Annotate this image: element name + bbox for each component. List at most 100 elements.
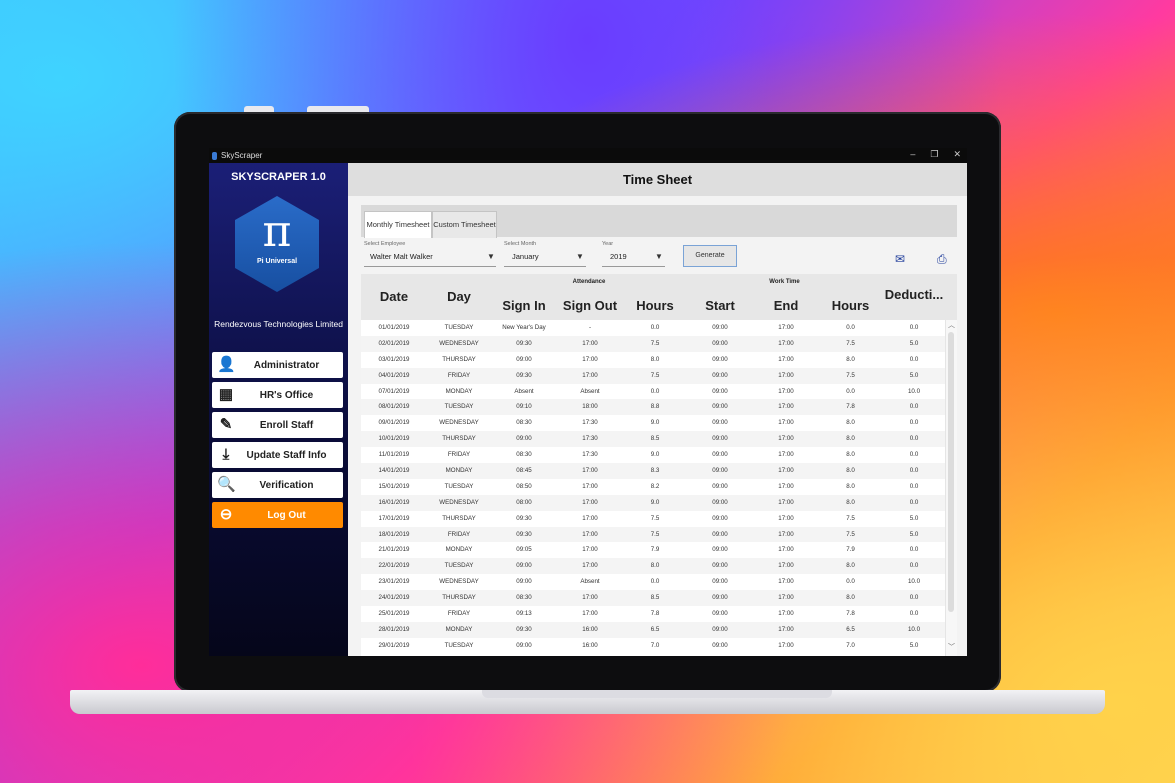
cell-day: THURSDAY bbox=[442, 594, 476, 602]
cell-hours: 8.3 bbox=[650, 467, 660, 475]
table-row[interactable]: 29/01/2019 TUESDAY 09:00 16:00 7.0 09:00 17:00… bbox=[361, 637, 946, 654]
cell-sign-in: 08:45 bbox=[516, 467, 532, 475]
mail-icon[interactable]: ✉ bbox=[895, 252, 905, 266]
update-staff-info-button[interactable]: ⤓ Update Staff Info bbox=[212, 442, 343, 468]
print-icon[interactable]: ⎙ bbox=[937, 252, 947, 267]
header-start[interactable]: Start bbox=[687, 298, 753, 313]
table-row[interactable]: 09/01/2019 WEDNESDAY 08:30 17:30 9.0 09:00 17:… bbox=[361, 415, 946, 432]
table-row[interactable]: 01/01/2019 TUESDAY New Year's Day - 0.0 09:00… bbox=[361, 320, 946, 336]
cell-sign-out: Absent bbox=[580, 387, 600, 395]
enroll-staff-button[interactable]: ✎ Enroll Staff bbox=[212, 412, 343, 438]
table-row[interactable]: 28/01/2019 MONDAY 09:30 16:00 6.5 09:00 17:00 6… bbox=[361, 621, 946, 638]
hr-office-button[interactable]: ▦ HR's Office bbox=[212, 382, 343, 408]
chevron-down-icon[interactable]: ▼ bbox=[655, 252, 663, 261]
cell-date: 15/01/2019 bbox=[378, 482, 410, 490]
cell-sign-out: 17:30 bbox=[582, 435, 598, 443]
logout-button[interactable]: ⊖ Log Out bbox=[212, 502, 343, 528]
header-sign-out[interactable]: Sign Out bbox=[557, 298, 623, 313]
cell-day: MONDAY bbox=[445, 387, 473, 395]
table-row[interactable]: 15/01/2019 TUESDAY 08:50 17:00 8.2 09:00 17:00… bbox=[361, 478, 946, 495]
cell-work-hours: 8.0 bbox=[846, 594, 855, 602]
cell-day: WEDNESDAY bbox=[439, 339, 479, 347]
cell-hours: 0.0 bbox=[650, 387, 660, 395]
cell-start: 09:00 bbox=[712, 435, 728, 443]
table-row[interactable]: 18/01/2019 FRIDAY 09:30 17:00 7.5 09:00 17:00 7… bbox=[361, 526, 946, 543]
table-row[interactable]: 07/01/2019 MONDAY Absent Absent 0.0 09:00 17:0… bbox=[361, 383, 946, 400]
table-row[interactable]: 08/01/2019 TUESDAY 09:10 18:00 8.8 09:00 17:00… bbox=[361, 399, 946, 416]
tab-custom-timesheet[interactable]: Custom Timesheet bbox=[432, 211, 497, 238]
chevron-down-icon[interactable]: ▼ bbox=[487, 252, 495, 261]
title-bar: SkyScraper – ❐ ✕ bbox=[209, 148, 967, 163]
cell-start: 09:00 bbox=[712, 451, 728, 459]
table-row[interactable]: 16/01/2019 WEDNESDAY 08:00 17:00 9.0 09:00 17:… bbox=[361, 494, 946, 511]
table-body: 01/01/2019 TUESDAY New Year's Day - 0.0 09:00… bbox=[361, 320, 946, 654]
close-button[interactable]: ✕ bbox=[953, 149, 961, 160]
cell-day: TUESDAY bbox=[444, 324, 474, 331]
table-row[interactable]: 10/01/2019 THURSDAY 09:00 17:30 8.5 09:00 17:0… bbox=[361, 431, 946, 448]
table-row[interactable]: 23/01/2019 WEDNESDAY 09:00 Absent 0.0 09:00 17… bbox=[361, 574, 946, 591]
table-row[interactable]: 21/01/2019 MONDAY 09:05 17:00 7.9 09:00 17:00 7… bbox=[361, 542, 946, 559]
cell-deduction: 5.0 bbox=[909, 641, 919, 649]
cell-deduction: 10.0 bbox=[907, 625, 921, 633]
header-date[interactable]: Date bbox=[361, 289, 427, 304]
header-deduction[interactable]: Deducti... bbox=[882, 287, 946, 302]
year-select[interactable]: 2019 bbox=[610, 252, 627, 261]
verification-button[interactable]: 🔍 Verification bbox=[212, 472, 343, 498]
header-sign-in[interactable]: Sign In bbox=[491, 298, 557, 313]
laptop-base bbox=[70, 690, 1105, 714]
cell-start: 09:00 bbox=[712, 419, 728, 427]
cell-hours: 7.8 bbox=[650, 610, 660, 618]
header-day[interactable]: Day bbox=[427, 289, 491, 304]
cell-work-hours: 7.8 bbox=[846, 610, 855, 618]
cell-deduction: 5.0 bbox=[909, 339, 919, 347]
pi-universal-logo: π Pi Universal bbox=[235, 196, 319, 292]
header-end[interactable]: End bbox=[753, 298, 819, 313]
cell-hours: 7.5 bbox=[650, 339, 660, 347]
table-row[interactable]: 25/01/2019 FRIDAY 09:13 17:00 7.8 09:00 17:00 7… bbox=[361, 606, 946, 622]
chevron-down-icon[interactable]: ▼ bbox=[576, 252, 584, 261]
tab-monthly-timesheet[interactable]: Monthly Timesheet bbox=[364, 211, 432, 238]
year-label: Year bbox=[602, 241, 614, 247]
table-scrollbar[interactable]: ︿ ﹀ bbox=[945, 320, 957, 656]
header-work-hours[interactable]: Hours bbox=[819, 298, 882, 313]
cell-sign-out: Absent bbox=[580, 578, 600, 586]
cell-date: 09/01/2019 bbox=[378, 419, 410, 427]
cell-work-hours: 8.0 bbox=[846, 562, 855, 570]
cell-sign-in: 09:00 bbox=[516, 641, 532, 649]
table-row[interactable]: 24/01/2019 THURSDAY 08:30 17:00 8.5 09:00 17:0… bbox=[361, 590, 946, 607]
table-row[interactable]: 03/01/2019 THURSDAY 09:00 17:00 8.0 09:00 17:0… bbox=[361, 351, 946, 368]
cell-sign-in: 08:50 bbox=[516, 482, 532, 490]
cell-day: TUESDAY bbox=[444, 641, 474, 649]
cell-date: 17/01/2019 bbox=[378, 514, 410, 522]
cell-date: 22/01/2019 bbox=[378, 562, 410, 570]
cell-work-hours: 7.5 bbox=[846, 339, 855, 347]
pi-symbol: π bbox=[262, 206, 292, 257]
table-row[interactable]: 14/01/2019 MONDAY 08:45 17:00 8.3 09:00 17:00 8… bbox=[361, 463, 946, 479]
cell-sign-in: 08:30 bbox=[516, 594, 532, 602]
cell-sign-out: 17:00 bbox=[582, 482, 598, 490]
generate-button[interactable]: Generate bbox=[683, 245, 737, 267]
cell-start: 09:00 bbox=[712, 546, 728, 554]
table-row[interactable]: 04/01/2019 FRIDAY 09:30 17:00 7.5 09:00 17:00 7… bbox=[361, 367, 946, 384]
cell-date: 07/01/2019 bbox=[378, 387, 410, 395]
cell-hours: 9.0 bbox=[650, 451, 660, 459]
app-brand-title: SKYSCRAPER 1.0 bbox=[231, 171, 326, 183]
table-row[interactable]: 11/01/2019 FRIDAY 08:30 17:30 9.0 09:00 17:00 8… bbox=[361, 447, 946, 464]
header-hours[interactable]: Hours bbox=[623, 298, 687, 313]
scroll-down-icon[interactable]: ﹀ bbox=[947, 642, 956, 652]
restore-button[interactable]: ❐ bbox=[930, 149, 938, 160]
cell-hours: 0.0 bbox=[650, 324, 660, 331]
cell-end: 17:00 bbox=[778, 419, 794, 427]
cell-date: 11/01/2019 bbox=[378, 451, 410, 459]
employee-select[interactable]: Walter Malt Walker bbox=[370, 252, 433, 261]
table-row[interactable]: 17/01/2019 THURSDAY 09:30 17:00 7.5 09:00 17:0… bbox=[361, 510, 946, 527]
administrator-button[interactable]: 👤 Administrator bbox=[212, 352, 343, 378]
minimize-button[interactable]: – bbox=[910, 149, 915, 160]
table-row[interactable]: 22/01/2019 TUESDAY 09:00 17:00 8.0 09:00 17:00… bbox=[361, 558, 946, 575]
month-select[interactable]: January bbox=[512, 252, 539, 261]
table-row[interactable]: 02/01/2019 WEDNESDAY 09:30 17:00 7.5 09:00 17:… bbox=[361, 335, 946, 352]
office-icon: ▦ bbox=[218, 386, 234, 403]
cell-deduction: 10.0 bbox=[907, 387, 921, 395]
scroll-up-icon[interactable]: ︿ bbox=[947, 320, 956, 330]
scroll-thumb[interactable] bbox=[948, 332, 954, 612]
